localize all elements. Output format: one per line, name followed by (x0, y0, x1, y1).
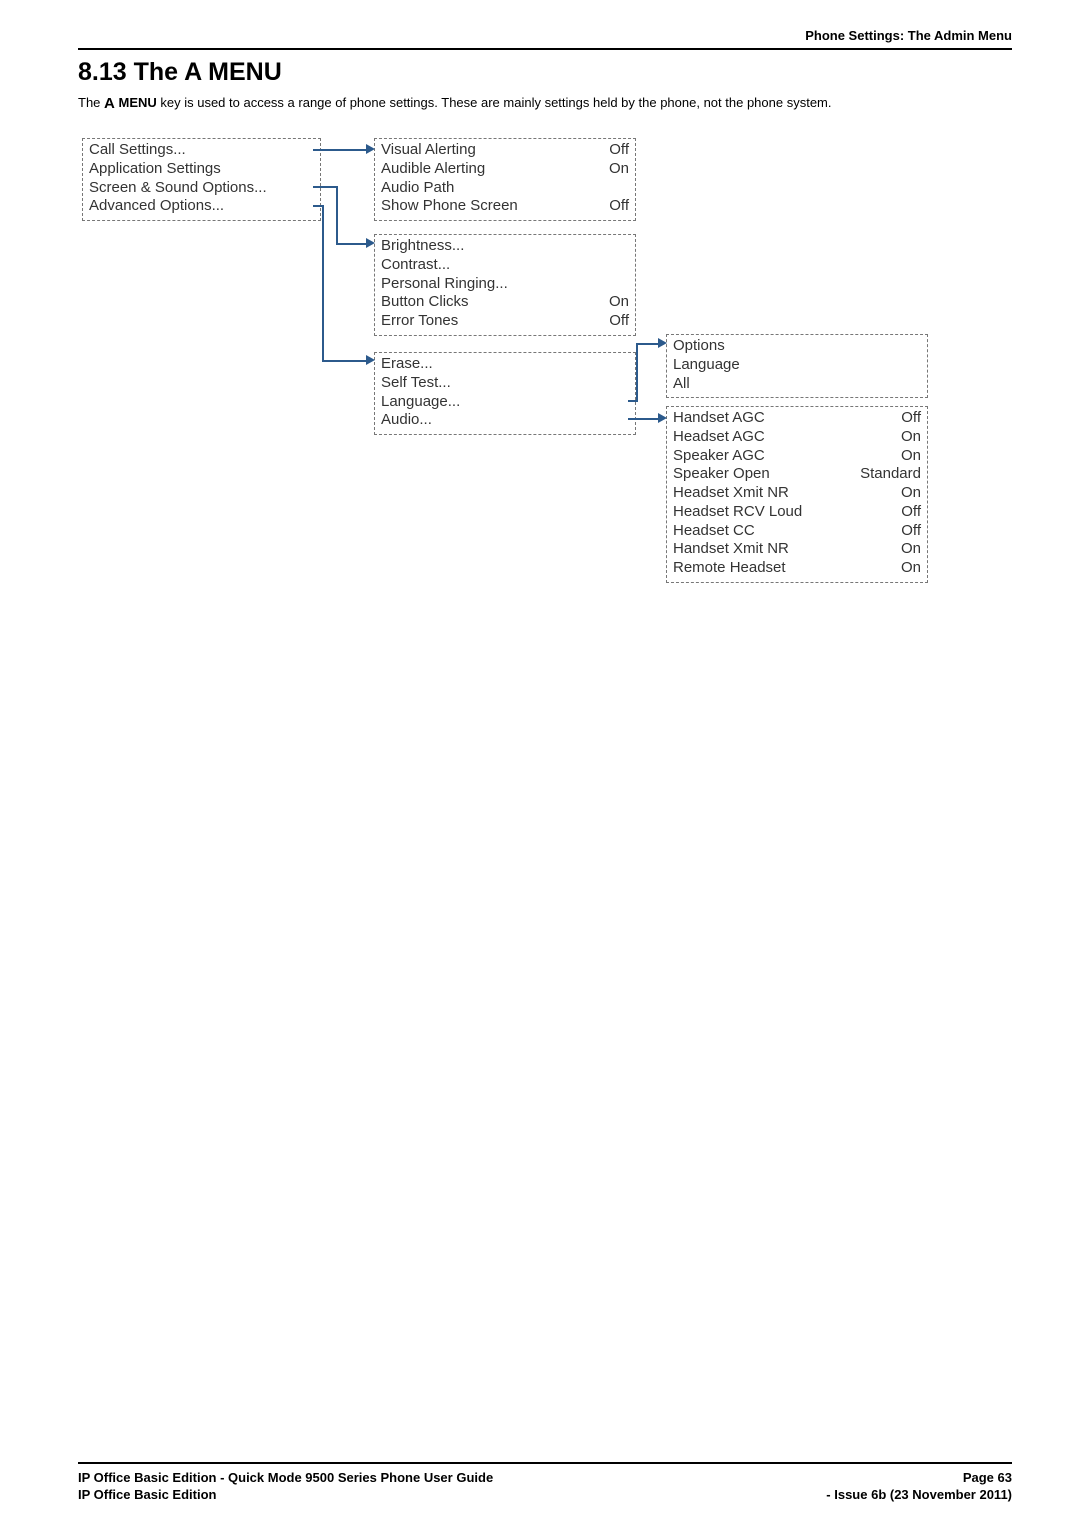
a-menu-icon: A (104, 94, 115, 114)
footer-left: IP Office Basic Edition - Quick Mode 950… (78, 1469, 493, 1504)
menu-box-screen-sound: Brightness... Contrast... Personal Ringi… (374, 234, 636, 336)
menu-item-all[interactable]: All (673, 375, 921, 394)
connector-line (313, 149, 366, 151)
connector-line (628, 400, 636, 402)
menu-box-audio: Handset AGCOff Headset AGCOn Speaker AGC… (666, 406, 928, 583)
menu-item-button-clicks[interactable]: Button ClicksOn (381, 293, 629, 312)
menu-item-options[interactable]: Options (673, 337, 921, 356)
footer-right-line2: - Issue 6b (23 November 2011) (826, 1486, 1012, 1504)
menu-item-handset-xmit-nr[interactable]: Handset Xmit NROn (673, 540, 921, 559)
menu-item-call-settings[interactable]: Call Settings... (89, 141, 314, 160)
menu-item-audio[interactable]: Audio... (381, 411, 629, 430)
rule-top (78, 48, 1012, 50)
menu-item-advanced-options[interactable]: Advanced Options... (89, 197, 314, 216)
section-title: 8.13 The A MENU (78, 58, 282, 87)
arrow-icon (366, 238, 375, 248)
rule-bottom (78, 1462, 1012, 1464)
menu-item-visual-alerting[interactable]: Visual AlertingOff (381, 141, 629, 160)
arrow-icon (366, 355, 375, 365)
menu-item-personal-ringing[interactable]: Personal Ringing... (381, 275, 629, 294)
connector-line (636, 343, 658, 345)
connector-line (322, 360, 366, 362)
footer-left-line2: IP Office Basic Edition (78, 1486, 493, 1504)
intro-pre: The (78, 95, 104, 110)
intro-paragraph: The A MENU key is used to access a range… (78, 94, 1012, 114)
menu-item-screen-sound-options[interactable]: Screen & Sound Options... (89, 179, 314, 198)
arrow-icon (658, 413, 667, 423)
menu-item-handset-agc[interactable]: Handset AGCOff (673, 409, 921, 428)
menu-item-application-settings[interactable]: Application Settings (89, 160, 314, 179)
menu-item-language[interactable]: Language... (381, 393, 629, 412)
arrow-icon (366, 144, 375, 154)
menu-item-brightness[interactable]: Brightness... (381, 237, 629, 256)
menu-item-error-tones[interactable]: Error TonesOff (381, 312, 629, 331)
menu-item-headset-rcv-loud[interactable]: Headset RCV LoudOff (673, 503, 921, 522)
intro-post: key is used to access a range of phone s… (157, 95, 832, 110)
menu-item-audio-path[interactable]: Audio Path (381, 179, 629, 198)
footer-right: Page 63 - Issue 6b (23 November 2011) (826, 1469, 1012, 1504)
menu-item-headset-agc[interactable]: Headset AGCOn (673, 428, 921, 447)
menu-item-headset-xmit-nr[interactable]: Headset Xmit NROn (673, 484, 921, 503)
menu-item-contrast[interactable]: Contrast... (381, 256, 629, 275)
arrow-icon (658, 338, 667, 348)
connector-line (336, 186, 338, 245)
menu-item-show-phone-screen[interactable]: Show Phone ScreenOff (381, 197, 629, 216)
connector-line (322, 205, 324, 362)
menu-item-headset-cc[interactable]: Headset CCOff (673, 522, 921, 541)
menu-item-erase[interactable]: Erase... (381, 355, 629, 374)
menu-item-language-sub[interactable]: Language (673, 356, 921, 375)
menu-item-remote-headset[interactable]: Remote HeadsetOn (673, 559, 921, 578)
menu-item-self-test[interactable]: Self Test... (381, 374, 629, 393)
footer-left-line1: IP Office Basic Edition - Quick Mode 950… (78, 1469, 493, 1487)
header-right: Phone Settings: The Admin Menu (805, 28, 1012, 43)
intro-key: MENU (118, 95, 156, 110)
menu-box-call-settings: Visual AlertingOff Audible AlertingOn Au… (374, 138, 636, 221)
menu-box-language: Options Language All (666, 334, 928, 398)
connector-line (313, 186, 338, 188)
menu-item-speaker-open[interactable]: Speaker OpenStandard (673, 465, 921, 484)
menu-box-advanced: Erase... Self Test... Language... Audio.… (374, 352, 636, 435)
menu-box-root: Call Settings... Application Settings Sc… (82, 138, 321, 221)
connector-line (628, 418, 658, 420)
connector-line (336, 243, 366, 245)
menu-item-speaker-agc[interactable]: Speaker AGCOn (673, 447, 921, 466)
connector-line (636, 343, 638, 402)
menu-item-audible-alerting[interactable]: Audible AlertingOn (381, 160, 629, 179)
footer-right-line1: Page 63 (826, 1469, 1012, 1487)
